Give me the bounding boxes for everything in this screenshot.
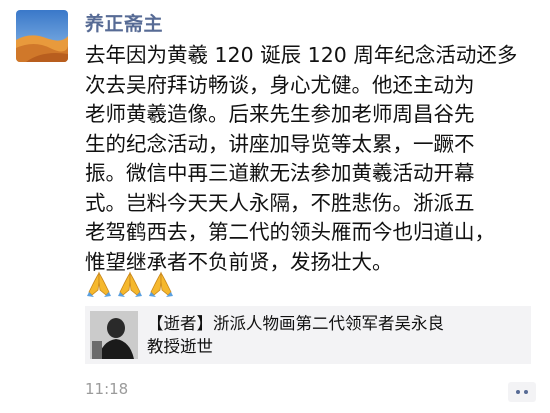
post-text-line: 式。岂料今天天人永隔，不胜悲伤。浙派五 — [85, 190, 475, 215]
post-text-line: 振。微信中再三道歉无法参加黄羲活动开幕 — [85, 161, 475, 185]
article-thumbnail — [90, 311, 138, 359]
desert-avatar-image — [16, 10, 68, 62]
post-text-line: 生的纪念活动，讲座加导览等太累，一蹶不 — [85, 131, 475, 156]
article-title-line: 教授逝世 — [147, 337, 213, 356]
more-dots-icon — [516, 390, 520, 394]
post-text-line: 去年因为黄羲 120 诞辰 120 周年纪念活动还多 — [85, 43, 518, 67]
post-text: 去年因为黄羲 120 诞辰 120 周年纪念活动还多 次去吴府拜访畅谈，身心尤健… — [85, 41, 547, 277]
pray-icon — [149, 271, 173, 297]
portrait-thumbnail-image — [90, 311, 138, 359]
more-actions-button[interactable] — [508, 382, 536, 402]
article-title-line: 【逝者】浙派人物画第二代领军者吴永良 — [147, 314, 444, 333]
article-title: 【逝者】浙派人物画第二代领军者吴永良 教授逝世 — [147, 312, 519, 358]
pray-icon — [118, 271, 142, 297]
moments-post: 养正斋主 去年因为黄羲 120 诞辰 120 周年纪念活动还多 次去吴府拜访畅谈… — [0, 0, 550, 413]
pray-icon — [87, 271, 111, 297]
post-text-line: 次去吴府拜访畅谈，身心尤健。他还主动为 — [85, 72, 475, 97]
post-time: 11:18 — [85, 380, 129, 398]
post-text-line: 老驾鹤西去，第二代的领头雁而今也归道山， — [85, 220, 495, 244]
shared-article-card[interactable]: 【逝者】浙派人物画第二代领军者吴永良 教授逝世 — [85, 306, 531, 364]
more-dots-icon — [524, 390, 528, 394]
avatar[interactable] — [16, 10, 68, 62]
author-name[interactable]: 养正斋主 — [85, 9, 163, 36]
post-text-line: 老师黄羲造像。后来先生参加老师周昌谷先 — [85, 102, 475, 126]
emoji-row — [85, 270, 175, 300]
